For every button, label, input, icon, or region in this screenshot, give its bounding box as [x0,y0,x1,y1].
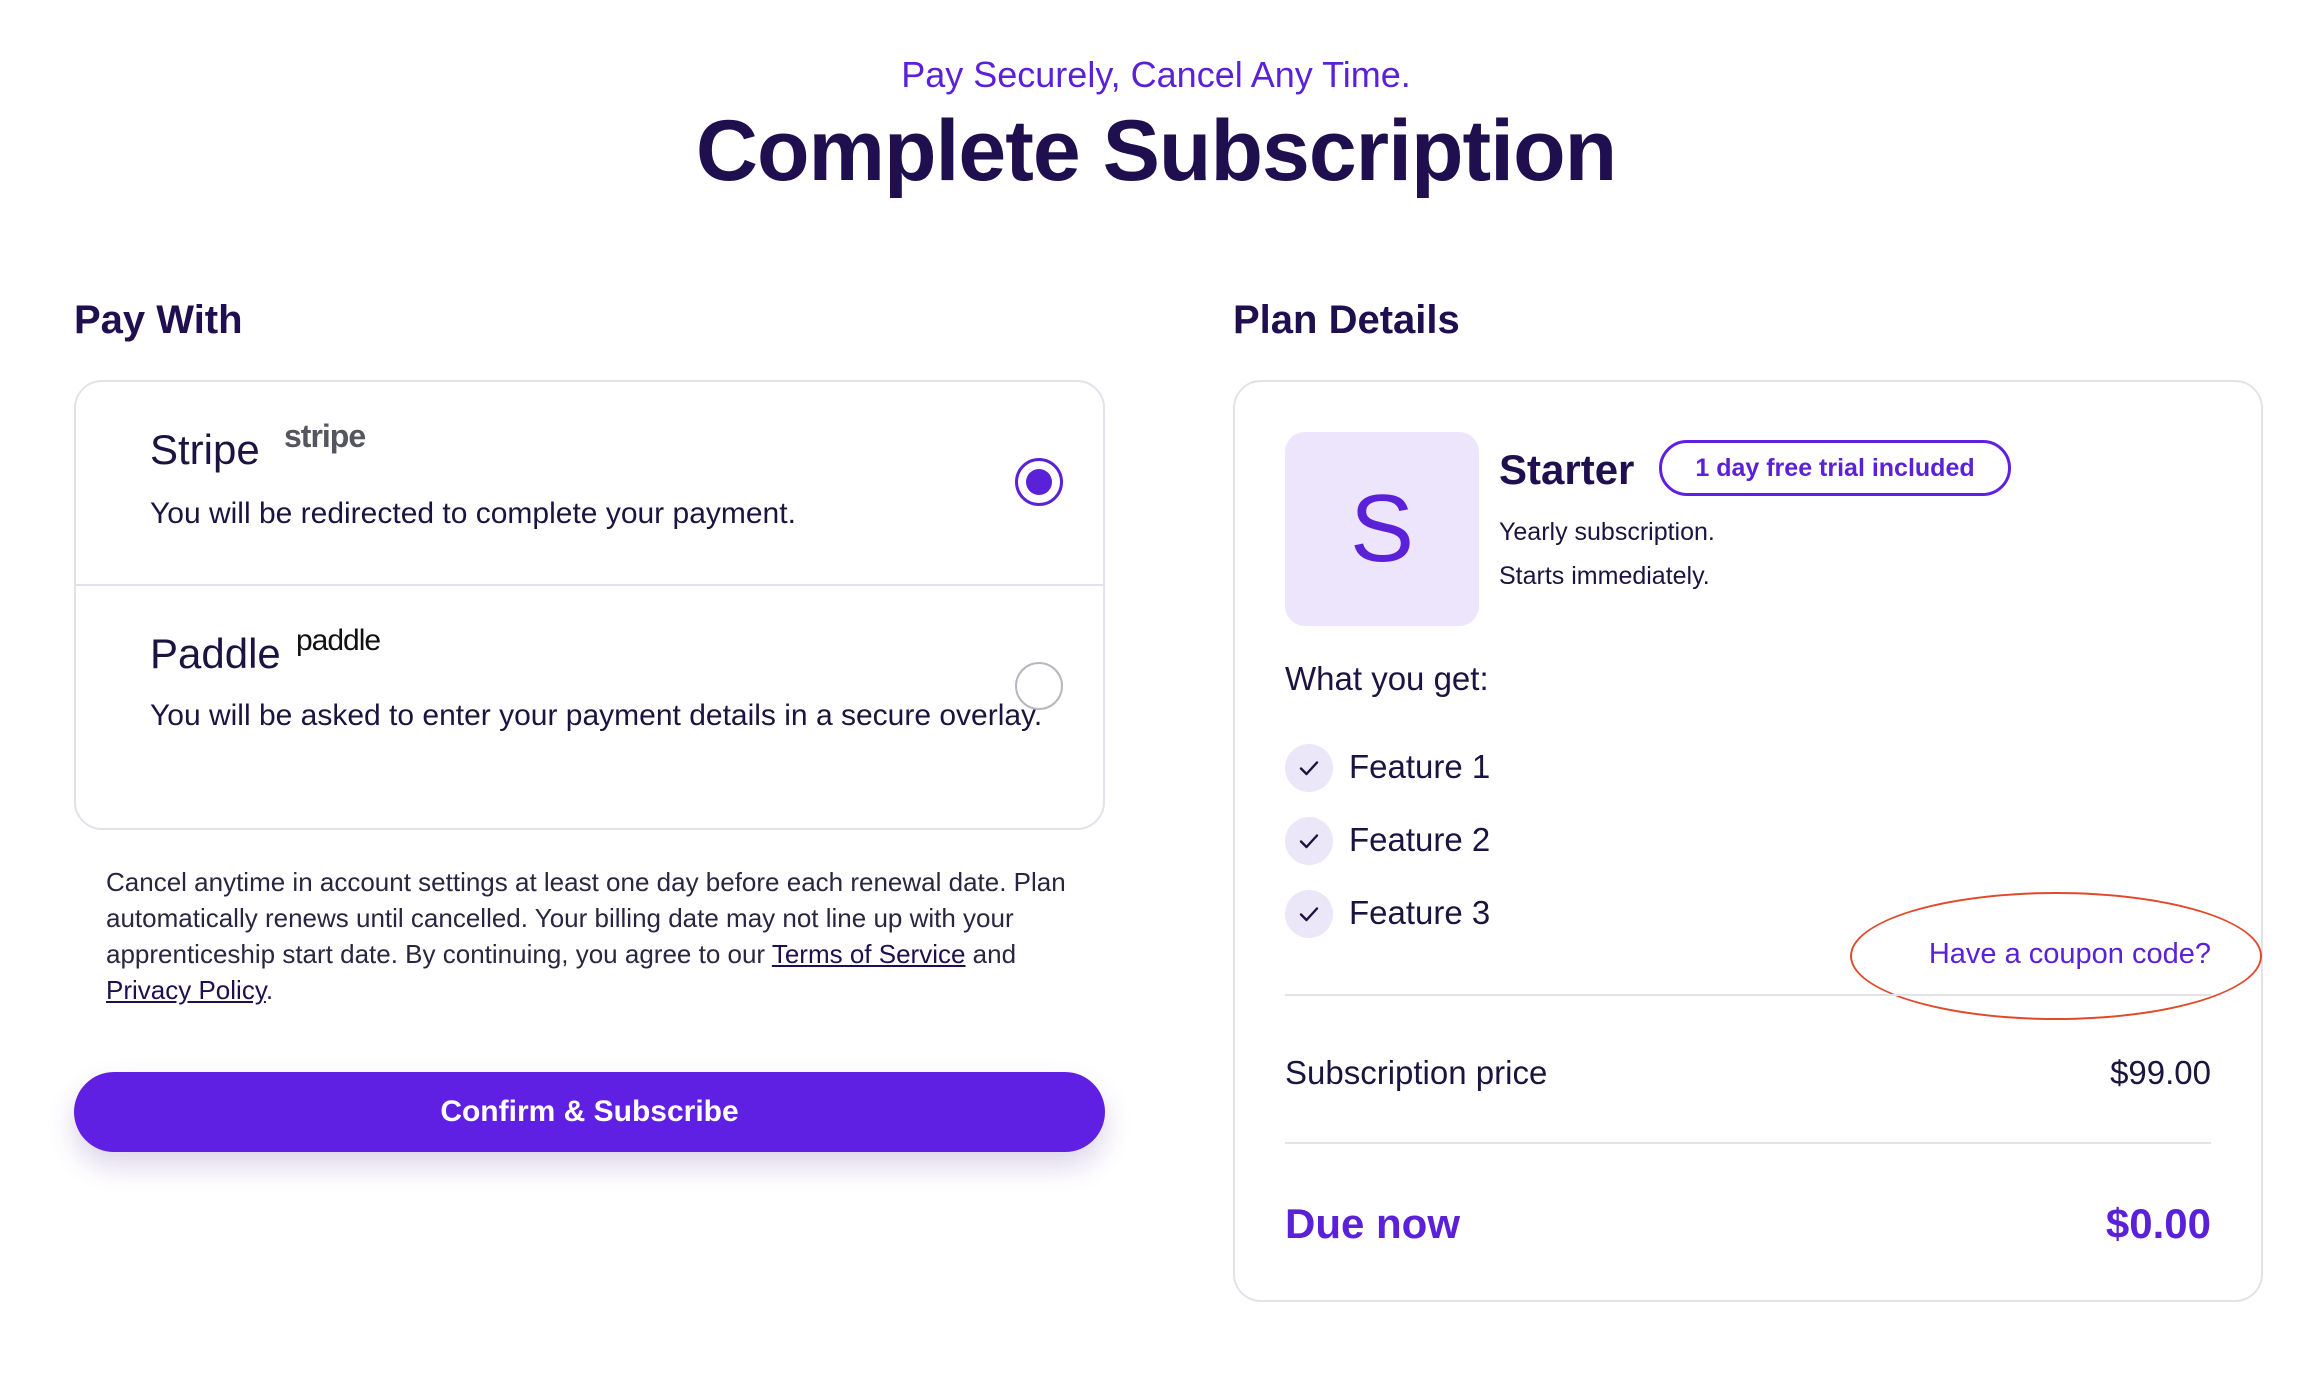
payment-method-card: Stripe stripe You will be redirected to … [74,380,1105,830]
feature-label: Feature 3 [1349,894,1491,931]
payment-option-paddle[interactable]: Paddle paddle You will be asked to enter… [76,586,1103,828]
plan-avatar: S [1285,432,1479,626]
confirm-subscribe-button[interactable]: Confirm & Subscribe [74,1072,1105,1152]
plan-start: Starts immediately. [1499,562,1710,590]
payment-option-stripe[interactable]: Stripe stripe You will be redirected to … [76,382,1103,586]
page-title: Complete Subscription [695,103,1617,199]
payment-option-name: Paddle [150,630,281,677]
legal-text: . [265,975,274,1005]
payment-option-name: Stripe [150,426,260,473]
page-tagline: Pay Securely, Cancel Any Time. [901,54,1411,95]
checkmark-icon [1285,744,1333,792]
checkmark-icon [1285,890,1333,938]
trial-badge: 1 day free trial included [1659,440,2011,496]
paddle-logo: paddle [296,624,381,657]
due-now-value: $0.00 [2105,1200,2211,1247]
what-you-get-heading: What you get: [1285,660,1489,697]
stripe-radio-selected[interactable] [1015,458,1063,506]
pay-with-heading: Pay With [74,298,243,342]
privacy-policy-link[interactable]: Privacy Policy [106,975,266,1005]
divider [1285,994,2211,996]
plan-details-card: S Starter 1 day free trial included Year… [1233,380,2263,1302]
feature-label: Feature 1 [1349,748,1491,785]
subscription-price-value: $99.00 [2110,1054,2211,1091]
plan-billing-period: Yearly subscription. [1499,518,1715,546]
stripe-logo: stripe [284,418,366,454]
paddle-radio[interactable] [1015,662,1063,710]
legal-notice: Cancel anytime in account settings at le… [106,864,1106,1008]
payment-option-description: You will be redirected to complete your … [150,497,796,530]
legal-text: and [965,939,1017,969]
subscription-price-label: Subscription price [1285,1054,1548,1091]
due-now-label: Due now [1285,1200,1460,1247]
plan-details-heading: Plan Details [1233,298,1460,342]
checkmark-icon [1285,817,1333,865]
payment-option-description: You will be asked to enter your payment … [150,699,1043,732]
plan-name: Starter [1499,446,1635,493]
terms-of-service-link[interactable]: Terms of Service [772,939,966,969]
divider [1285,1142,2211,1144]
coupon-code-link[interactable]: Have a coupon code? [1929,938,2211,971]
feature-label: Feature 2 [1349,821,1491,858]
